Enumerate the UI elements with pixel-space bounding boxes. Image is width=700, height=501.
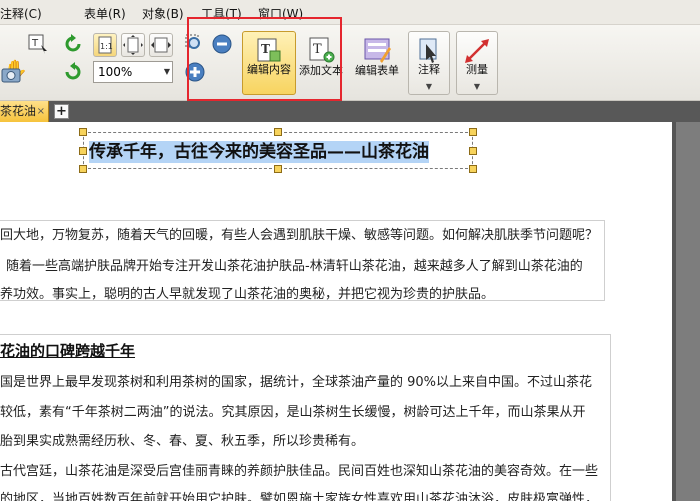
edit-content-button[interactable]: T 编辑内容	[242, 31, 296, 95]
intro-line: 随着一些高端护肤品牌开始专注开发山茶花油护肤品-林清轩山茶花油，越来越多人了解到…	[6, 259, 583, 274]
section-line: 的地区，当地百姓数百年前就开始用它护肤。譬如恩施土家族女性喜欢用山茶花油沐浴，皮…	[0, 492, 599, 501]
page-shadow	[672, 122, 676, 501]
resize-handle-bl[interactable]	[79, 165, 87, 173]
actual-size-button[interactable]: 1:1	[93, 33, 117, 57]
fit-width-button[interactable]	[149, 33, 173, 57]
measure-button[interactable]: 测量 ▼	[456, 31, 498, 95]
section-heading: 花油的口碑跨越千年	[0, 342, 136, 360]
annotate-dropdown-icon: ▼	[425, 82, 433, 91]
zoom-in-icon[interactable]	[184, 61, 206, 83]
add-text-button[interactable]: T 添加文本	[294, 31, 348, 95]
marquee-zoom-icon[interactable]	[184, 33, 206, 55]
resize-handle-bc[interactable]	[274, 165, 282, 173]
intro-line: 养功效。事实上，聪明的古人早就发现了山茶花油的奥秘，并把它视为珍贵的护肤品。	[0, 287, 495, 302]
menu-item-object[interactable]: 对象(B)	[142, 5, 184, 22]
actual-size-icon: 1:1	[98, 36, 113, 54]
zoom-out-icon[interactable]	[211, 33, 233, 55]
resize-handle-tc[interactable]	[274, 128, 282, 136]
select-text-icon[interactable]: T	[27, 33, 49, 55]
edit-content-label: 编辑内容	[247, 63, 291, 76]
toolbar: ✋ T 1:1 100% ▼	[0, 25, 700, 101]
resize-handle-tl[interactable]	[79, 128, 87, 136]
edit-form-icon	[364, 38, 391, 63]
svg-text:1:1: 1:1	[100, 42, 113, 51]
chevron-down-icon: ▼	[163, 67, 170, 76]
resize-handle-tr[interactable]	[469, 128, 477, 136]
tab-document[interactable]: 茶花油 ×	[0, 101, 49, 122]
svg-text:T: T	[313, 42, 322, 57]
add-text-icon: T	[309, 37, 335, 63]
tab-document-label: 茶花油	[0, 104, 37, 118]
measure-dropdown-icon: ▼	[473, 82, 481, 91]
resize-handle-mr[interactable]	[469, 147, 477, 155]
document-tab-bar: 茶花油 × +	[0, 101, 700, 122]
edit-form-label: 编辑表单	[355, 64, 399, 77]
annotate-label: 注释	[418, 63, 440, 76]
menu-item-annotation[interactable]: 注释(C)	[0, 5, 42, 22]
fit-page-button[interactable]	[121, 33, 145, 57]
section-line: 国是世界上最早发现茶树和利用茶树的国家，据统计，全球茶油产量的 90%以上来自中…	[0, 375, 593, 390]
edit-form-button[interactable]: 编辑表单	[350, 31, 404, 95]
intro-line: 回大地，万物复苏，随着天气的回暖，有些人会遇到肌肤干燥、敏感等问题。如何解决肌肤…	[0, 228, 599, 243]
rotate-right-icon[interactable]	[62, 61, 84, 83]
svg-text:T: T	[31, 38, 39, 49]
resize-handle-ml[interactable]	[79, 147, 87, 155]
snapshot-icon[interactable]	[0, 63, 22, 85]
fit-page-icon	[123, 35, 143, 55]
new-tab-button[interactable]: +	[54, 104, 69, 119]
zoom-level-select[interactable]: 100% ▼	[93, 61, 173, 83]
svg-text:T: T	[261, 42, 270, 56]
document-canvas[interactable]: 传承千年，古往今来的美容圣品——山茶花油 回大地，万物复苏，随着天气的回暖，有些…	[0, 122, 700, 501]
document-page[interactable]: 传承千年，古往今来的美容圣品——山茶花油 回大地，万物复苏，随着天气的回暖，有些…	[0, 122, 672, 501]
menu-item-form[interactable]: 表单(R)	[84, 5, 126, 22]
resize-handle-br[interactable]	[469, 165, 477, 173]
menu-item-tools[interactable]: 工具(T)	[201, 5, 242, 22]
document-title[interactable]: 传承千年，古往今来的美容圣品——山茶花油	[89, 141, 429, 163]
annotate-button[interactable]: 注释 ▼	[408, 31, 450, 95]
section-line: 较低，素有“千年茶树二两油”的说法。究其原因，是山茶树生长缓慢，树龄可达上千年，…	[0, 405, 586, 420]
close-tab-icon[interactable]: ×	[37, 101, 45, 122]
section-line: 胎到果实成熟需经历秋、冬、春、夏、秋五季，所以珍贵稀有。	[0, 434, 365, 449]
zoom-level-value: 100%	[98, 65, 133, 79]
fit-width-icon	[151, 37, 171, 53]
rotate-left-icon[interactable]	[62, 33, 84, 55]
menu-bar: 注释(C) 表单(R) 对象(B) 工具(T) 窗口(W)	[0, 0, 700, 25]
menu-item-window[interactable]: 窗口(W)	[258, 5, 303, 22]
section-line: 古代宫廷，山茶花油是深受后宫佳丽青睐的养颜护肤佳品。民间百姓也深知山茶花油的美容…	[0, 464, 599, 479]
add-text-label: 添加文本	[299, 64, 343, 77]
measure-label: 测量	[466, 63, 488, 76]
